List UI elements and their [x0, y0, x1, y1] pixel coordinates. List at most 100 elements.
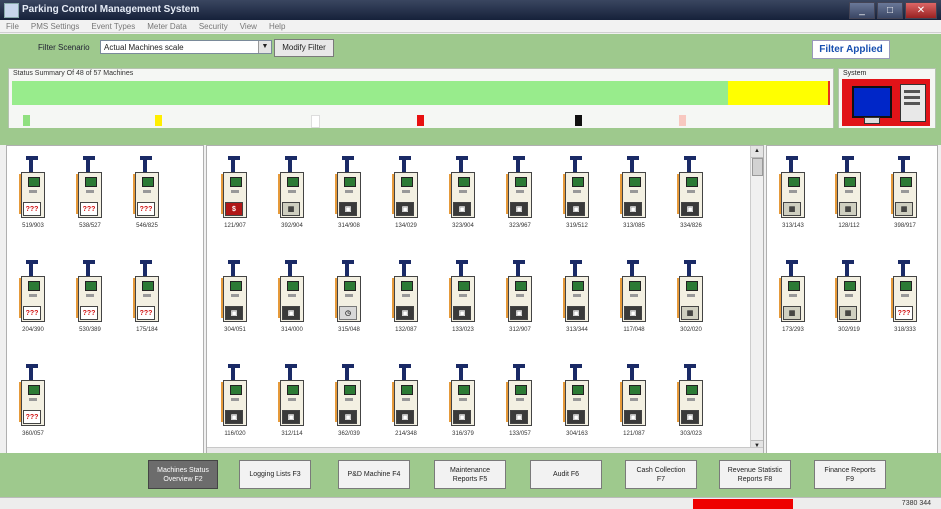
pd-machine[interactable]: ▣ 316/379 — [449, 358, 477, 444]
legend-chip — [155, 115, 162, 126]
nav-button[interactable]: Logging Lists F3 — [239, 460, 311, 489]
minimize-button[interactable]: _ — [849, 2, 875, 19]
machine-status-icon: $ — [225, 202, 243, 216]
filter-scenario-select[interactable]: Actual Machines scale ▼ — [100, 40, 272, 54]
coin-slot-icon — [231, 398, 239, 401]
pd-machine[interactable]: ▣ 334/826 — [677, 150, 705, 236]
machine-status-icon: ??? — [137, 202, 155, 216]
pd-machine[interactable]: ??? 318/333 — [891, 254, 919, 340]
pd-machine[interactable]: ▣ 303/023 — [677, 358, 705, 444]
menu-event-types[interactable]: Event Types — [91, 20, 135, 32]
coin-slot-icon — [231, 294, 239, 297]
pd-machine[interactable]: ▣ 314/908 — [335, 150, 363, 236]
machine-status-icon: ▣ — [681, 410, 699, 424]
pd-machine[interactable]: ▦ 302/919 — [835, 254, 863, 340]
nav-button[interactable]: Finance Reports F9 — [814, 460, 886, 489]
pd-machine[interactable]: ??? 519/903 — [19, 150, 47, 236]
pd-machine[interactable]: ▦ 128/112 — [835, 150, 863, 236]
coin-slot-icon — [345, 398, 353, 401]
menu-meter-data[interactable]: Meter Data — [147, 20, 187, 32]
machine-screen-icon — [85, 177, 97, 187]
modify-filter-button[interactable]: Modify Filter — [274, 39, 334, 57]
pd-machine[interactable]: ▣ 134/029 — [392, 150, 420, 236]
pd-machine[interactable]: ▣ 323/967 — [506, 150, 534, 236]
machine-label: 303/023 — [680, 431, 702, 437]
machine-status-icon: ▣ — [567, 202, 585, 216]
menu-security[interactable]: Security — [199, 20, 228, 32]
close-button[interactable]: ✕ — [905, 2, 937, 19]
computer-tower-icon — [900, 84, 926, 122]
coin-slot-icon — [573, 398, 581, 401]
system-status-icon[interactable] — [842, 79, 930, 126]
pd-machine[interactable]: ▦ 392/904 — [278, 150, 306, 236]
machine-screen-icon — [458, 281, 470, 291]
pd-machine[interactable]: ??? 530/389 — [76, 254, 104, 340]
pd-machine[interactable]: ▣ 121/087 — [620, 358, 648, 444]
menu-pms-settings[interactable]: PMS Settings — [31, 20, 79, 32]
coin-slot-icon — [789, 294, 797, 297]
machine-status-icon: ▣ — [510, 202, 528, 216]
nav-button[interactable]: Audit F6 — [530, 460, 602, 489]
coin-slot-icon — [86, 294, 94, 297]
pd-machine[interactable]: ▣ 304/051 — [221, 254, 249, 340]
scroll-up-icon[interactable]: ▲ — [751, 146, 763, 158]
machine-screen-icon — [344, 177, 356, 187]
nav-button[interactable]: Machines Status Overview F2 — [148, 460, 218, 489]
pd-machine[interactable]: ▣ 304/163 — [563, 358, 591, 444]
pd-machine[interactable]: ??? 204/390 — [19, 254, 47, 340]
pd-machine[interactable]: ??? 175/184 — [133, 254, 161, 340]
coin-slot-icon — [231, 190, 239, 193]
pd-machine[interactable]: ??? 546/825 — [133, 150, 161, 236]
coin-slot-icon — [845, 294, 853, 297]
menu-view[interactable]: View — [240, 20, 257, 32]
chevron-down-icon[interactable]: ▼ — [258, 41, 271, 53]
machine-screen-icon — [629, 281, 641, 291]
pd-machine[interactable]: ??? 360/057 — [19, 358, 47, 444]
machine-status-icon: ▣ — [624, 202, 642, 216]
menu-bar: File PMS Settings Event Types Meter Data… — [0, 20, 941, 33]
pd-machine[interactable]: ▦ 302/020 — [677, 254, 705, 340]
pd-machine[interactable]: ▣ 314/000 — [278, 254, 306, 340]
menu-file[interactable]: File — [6, 20, 19, 32]
pd-machine[interactable]: ▣ 312/907 — [506, 254, 534, 340]
nav-button[interactable]: P&D Machine F4 — [338, 460, 410, 489]
machine-screen-icon — [28, 281, 40, 291]
machine-status-icon: ??? — [23, 306, 41, 320]
pd-machine[interactable]: ▦ 398/917 — [891, 150, 919, 236]
coin-slot-icon — [516, 398, 524, 401]
vertical-scrollbar[interactable]: ▲ ▼ — [750, 146, 763, 452]
pd-machine[interactable]: ▦ 313/143 — [779, 150, 807, 236]
pd-machine[interactable]: ▣ 214/348 — [392, 358, 420, 444]
nav-button[interactable]: Cash Collection F7 — [625, 460, 697, 489]
pd-machine[interactable]: ▣ 116/020 — [221, 358, 249, 444]
pd-machine[interactable]: ▣ 117/048 — [620, 254, 648, 340]
machine-status-icon: ▣ — [225, 410, 243, 424]
nav-button[interactable]: Revenue Statistic Reports F8 — [719, 460, 791, 489]
pd-machine[interactable]: ▣ 133/057 — [506, 358, 534, 444]
menu-help[interactable]: Help — [269, 20, 285, 32]
pd-machine[interactable]: ▦ 173/293 — [779, 254, 807, 340]
pd-machine[interactable]: ▣ 312/114 — [278, 358, 306, 444]
machine-status-icon: ▣ — [396, 202, 414, 216]
machine-label: 538/527 — [79, 223, 101, 229]
pd-machine[interactable]: ▣ 313/344 — [563, 254, 591, 340]
pd-machine[interactable]: ▣ 323/904 — [449, 150, 477, 236]
pd-machine[interactable]: ??? 538/527 — [76, 150, 104, 236]
machine-screen-icon — [900, 177, 912, 187]
legend-chip — [311, 115, 320, 128]
pd-machine[interactable]: ▣ 313/085 — [620, 150, 648, 236]
pd-machine[interactable]: ◷ 315/048 — [335, 254, 363, 340]
maximize-button[interactable]: □ — [877, 2, 903, 19]
machine-status-icon: ▣ — [567, 410, 585, 424]
legend-chip — [23, 115, 30, 126]
scroll-thumb[interactable] — [752, 158, 763, 176]
pd-machine[interactable]: ▣ 362/039 — [335, 358, 363, 444]
nav-button[interactable]: Maintenance Reports F5 — [434, 460, 506, 489]
coin-slot-icon — [29, 294, 37, 297]
pd-machine[interactable]: ▣ 132/087 — [392, 254, 420, 340]
pd-machine[interactable]: ▣ 319/512 — [563, 150, 591, 236]
pd-machine[interactable]: $121/907 — [221, 150, 249, 236]
machine-label: 314/000 — [281, 327, 303, 333]
machine-status-icon: ▦ — [895, 202, 913, 216]
pd-machine[interactable]: ▣ 133/023 — [449, 254, 477, 340]
